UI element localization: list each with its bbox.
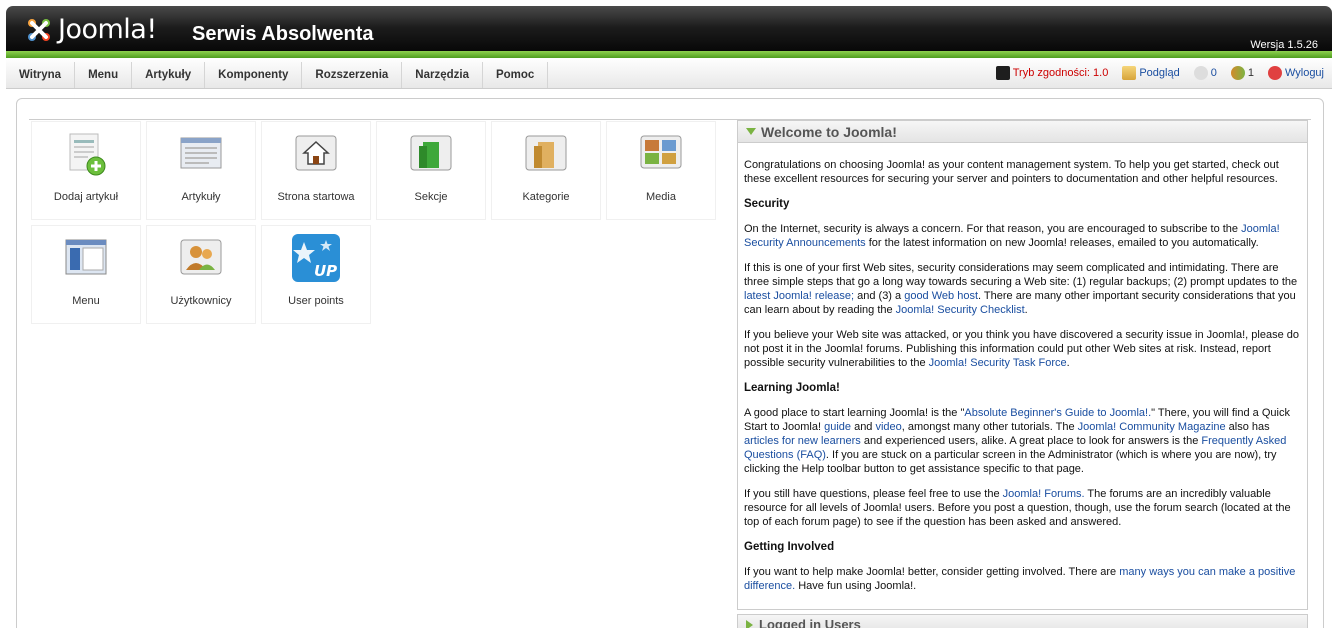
quickicon-label: Artykuły	[181, 191, 221, 203]
guide-link[interactable]: guide	[824, 421, 851, 433]
categories-icon	[522, 130, 570, 178]
quickicon-sections[interactable]: Sekcje	[376, 121, 486, 220]
security-task-force-link[interactable]: Joomla! Security Task Force	[929, 357, 1067, 369]
header-bar: Joomla! Serwis Absolwenta Wersja 1.5.26	[6, 6, 1332, 54]
intro-text: Congratulations on choosing Joomla! as y…	[744, 159, 1279, 185]
menu-item-artykuly[interactable]: Artykuły	[132, 62, 206, 88]
compat-mode-indicator: Tryb zgodności: 1.0	[995, 66, 1108, 80]
quickicon-label: Strona startowa	[277, 191, 355, 203]
svg-text:UP: UP	[314, 262, 337, 280]
logout-icon	[1267, 66, 1282, 80]
preview-link[interactable]: Podgląd	[1122, 66, 1180, 80]
latest-release-link[interactable]: latest Joomla! release;	[744, 290, 854, 302]
sections-icon	[407, 130, 455, 178]
learning-paragraph: A good place to start learning Joomla! i…	[744, 407, 1290, 475]
quickicon-user-points[interactable]: UP User points	[261, 225, 371, 324]
home-icon	[292, 130, 340, 178]
collapse-arrow-icon	[746, 128, 756, 135]
welcome-panel: Welcome to Joomla! Congratulations on ch…	[737, 120, 1308, 610]
quickicon-categories[interactable]: Kategorie	[491, 121, 601, 220]
security-checklist-link[interactable]: Joomla! Security Checklist	[896, 304, 1025, 316]
welcome-panel-body: Congratulations on choosing Joomla! as y…	[738, 143, 1307, 593]
security-paragraph-2: If this is one of your first Web sites, …	[744, 262, 1298, 316]
joomla-logo-icon	[24, 15, 54, 45]
expand-arrow-icon	[746, 620, 753, 628]
menu-item-pomoc[interactable]: Pomoc	[483, 62, 549, 88]
menu-item-witryna[interactable]: Witryna	[6, 62, 76, 88]
header-accent-stripe	[6, 51, 1332, 58]
quickicon-label: Menu	[72, 295, 100, 307]
user-points-icon: UP	[292, 234, 340, 282]
quickicon-label: Dodaj artykuł	[53, 191, 119, 203]
welcome-panel-header[interactable]: Welcome to Joomla!	[738, 121, 1307, 143]
quickicon-frontpage[interactable]: Strona startowa	[261, 121, 371, 220]
menu-item-menu[interactable]: Menu	[75, 62, 133, 88]
community-magazine-link[interactable]: Joomla! Community Magazine	[1078, 421, 1226, 433]
involved-paragraph: If you want to help make Joomla! better,…	[744, 566, 1296, 592]
joomla-compat-icon	[995, 66, 1010, 80]
forums-link[interactable]: Joomla! Forums.	[1003, 488, 1085, 500]
logout-link[interactable]: Wyloguj	[1267, 66, 1324, 80]
heading-security: Security	[744, 198, 790, 210]
beginners-guide-link[interactable]: Absolute Beginner's Guide to Joomla!.	[964, 407, 1151, 419]
logo-text: Joomla!	[58, 14, 157, 45]
video-link[interactable]: video	[875, 421, 901, 433]
good-web-host-link[interactable]: good Web host	[904, 290, 978, 302]
quickicon-articles[interactable]: Artykuły	[146, 121, 256, 220]
users-online-icon	[1230, 66, 1245, 80]
articles-icon	[177, 130, 225, 178]
add-article-icon	[62, 130, 110, 178]
media-icon	[637, 130, 685, 178]
main-menu: Witryna Menu Artykuły Komponenty Rozszer…	[6, 62, 549, 88]
site-title: Serwis Absolwenta	[192, 23, 374, 45]
quickicon-label: Kategorie	[522, 191, 570, 203]
quickicon-media[interactable]: Media	[606, 121, 716, 220]
quickicon-label: Sekcje	[414, 191, 448, 203]
online-users-count: 1	[1230, 66, 1254, 80]
joomla-logo[interactable]: Joomla!	[24, 14, 157, 45]
quickicon-label: Media	[646, 191, 676, 203]
version-label: Wersja 1.5.26	[1250, 39, 1318, 51]
menu-item-narzedzia[interactable]: Narzędzia	[402, 62, 483, 88]
menu-icon	[62, 234, 110, 282]
menu-item-rozszerzenia[interactable]: Rozszerzenia	[302, 62, 403, 88]
quickicon-users[interactable]: Użytkownicy	[146, 225, 256, 324]
articles-new-learners-link[interactable]: articles for new learners	[744, 435, 861, 447]
logged-in-users-panel-header[interactable]: Logged in Users	[737, 614, 1308, 628]
questions-paragraph: If you still have questions, please feel…	[744, 488, 1291, 528]
preview-icon	[1122, 66, 1137, 80]
security-paragraph-3: If you believe your Web site was attacke…	[744, 329, 1299, 369]
messages-icon	[1193, 66, 1208, 80]
heading-getting-involved: Getting Involved	[744, 541, 835, 553]
status-bar: Tryb zgodności: 1.0 Podgląd 0 1 Wyloguj	[995, 66, 1324, 80]
quickicon-add-article[interactable]: Dodaj artykuł	[31, 121, 141, 220]
quickicon-label: Użytkownicy	[170, 295, 232, 307]
quickicon-label: User points	[288, 295, 344, 307]
users-icon	[177, 234, 225, 282]
messages-link[interactable]: 0	[1193, 66, 1217, 80]
quickicon-menu[interactable]: Menu	[31, 225, 141, 324]
menubar: Witryna Menu Artykuły Komponenty Rozszer…	[6, 60, 1332, 89]
heading-learning: Learning Joomla!	[744, 382, 840, 394]
security-paragraph-1: On the Internet, security is always a co…	[744, 223, 1280, 249]
menu-item-komponenty[interactable]: Komponenty	[205, 62, 303, 88]
